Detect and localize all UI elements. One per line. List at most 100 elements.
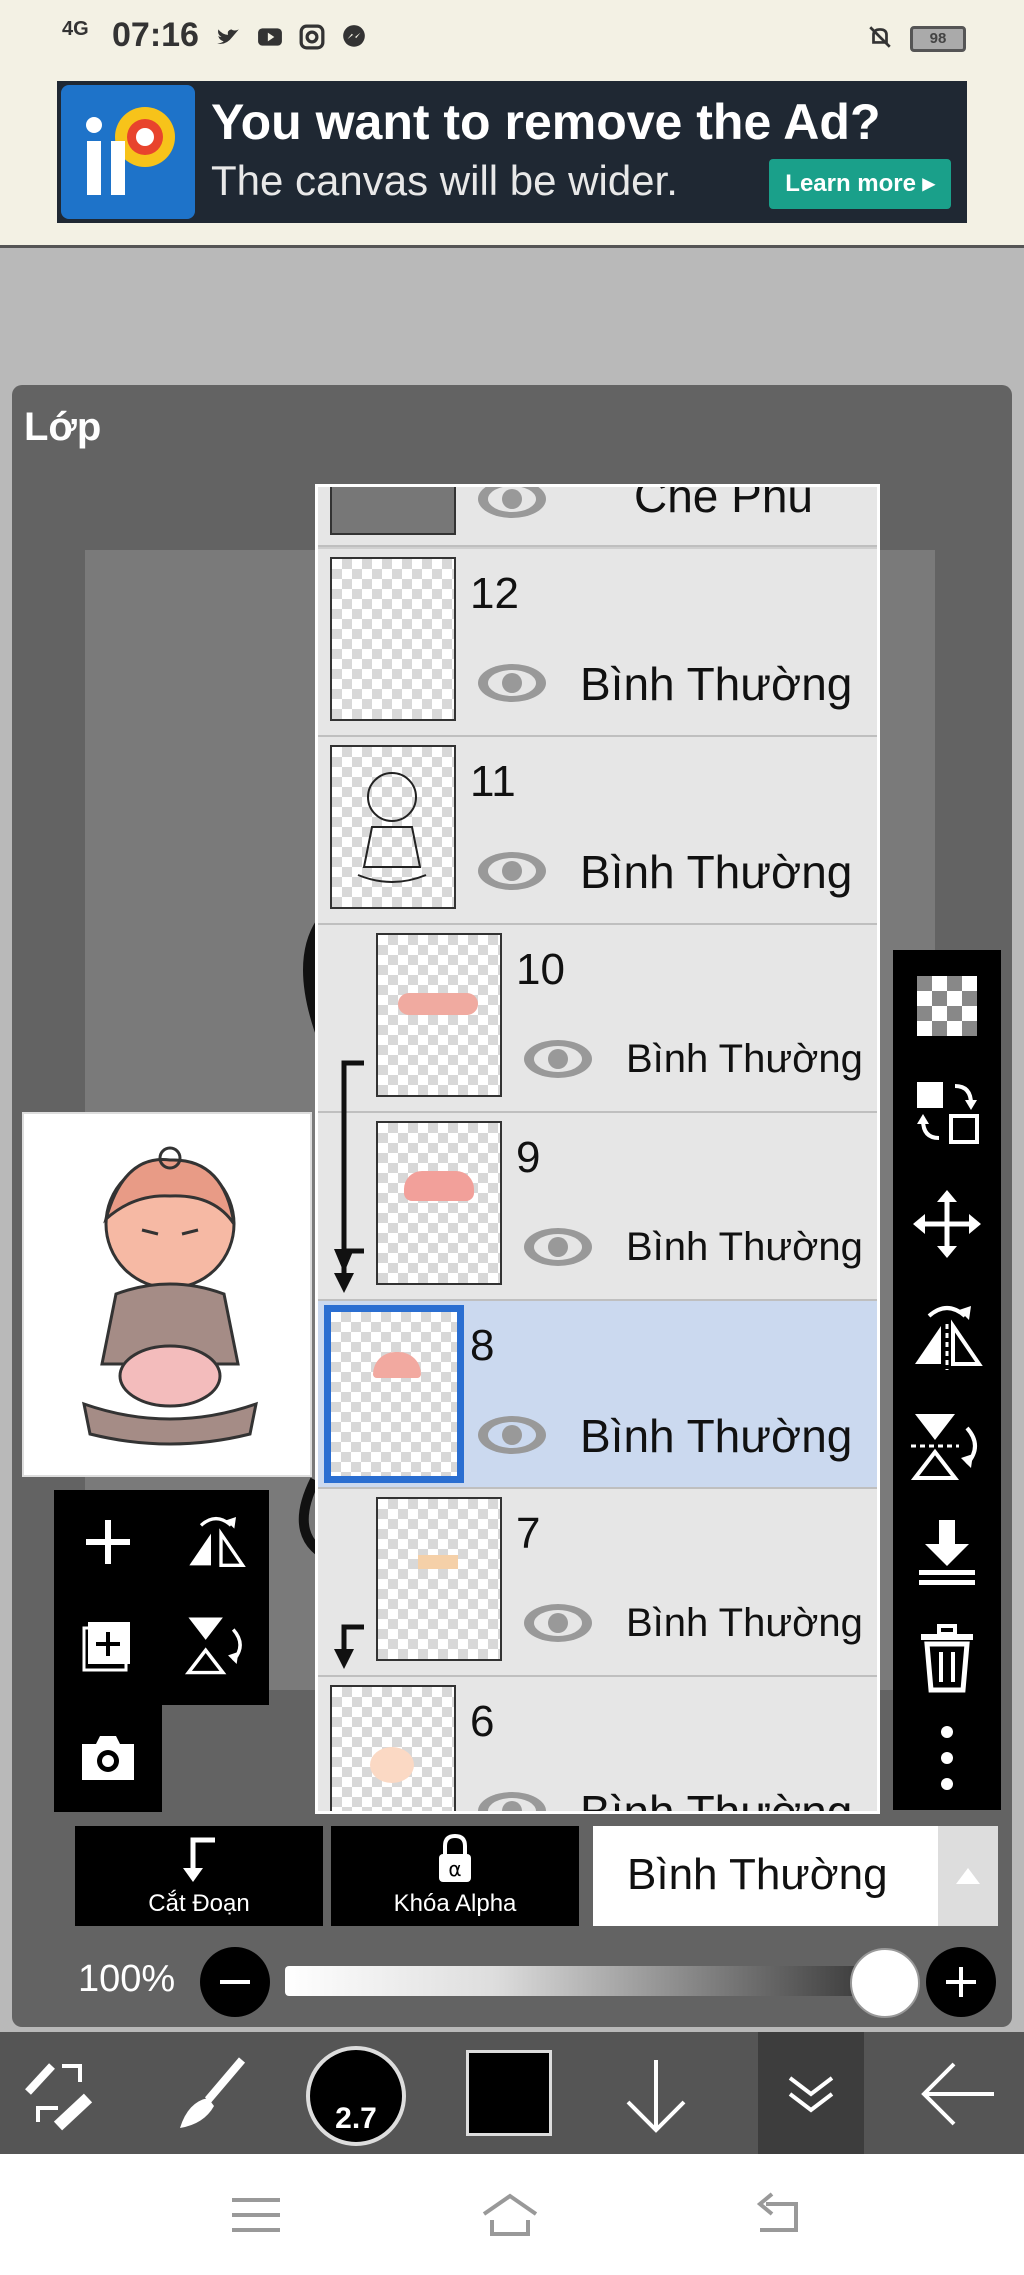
double-chevron-down-icon	[788, 2076, 834, 2113]
layer-blend-mode: Bình Thường	[580, 1410, 853, 1462]
home-icon[interactable]	[480, 2190, 540, 2240]
clipping-arrow-icon	[334, 1060, 364, 1273]
clipping-arrow-icon	[334, 1248, 364, 1293]
mute-bell-icon	[869, 26, 891, 48]
more-options-icon[interactable]	[911, 1722, 983, 1794]
layer-thumbnail	[330, 487, 456, 535]
blend-mode-select[interactable]: Bình Thường	[593, 1826, 938, 1926]
network-indicator: 4G	[62, 18, 89, 40]
plus-icon	[946, 1967, 976, 1997]
arrow-down-icon[interactable]	[614, 2052, 698, 2136]
color-swatch[interactable]	[466, 2050, 552, 2136]
youtube-icon	[258, 28, 282, 46]
layer-thumbnail	[330, 557, 456, 721]
layer-thumbnail	[376, 933, 502, 1097]
transparent-background-icon[interactable]	[911, 970, 983, 1042]
layer-row[interactable]: 9 Bình Thường	[318, 1113, 877, 1301]
messenger-icon	[343, 25, 365, 47]
layer-row[interactable]: 11 Bình Thường	[318, 737, 877, 925]
ad-subtitle: The canvas will be wider.	[211, 157, 678, 204]
chibi-character-image	[82, 1146, 258, 1446]
blend-mode-dropdown-button[interactable]	[938, 1826, 998, 1926]
layer-blend-mode: Bình Thường	[580, 1786, 853, 1814]
clipping-label: Cắt Đoạn	[148, 1890, 250, 1917]
layer-row[interactable]: 7 Bình Thường	[318, 1489, 877, 1677]
layers-list[interactable]: Che Phủ 12 Bình Thường 11 Bình Thường 10…	[315, 484, 880, 1814]
opacity-slider[interactable]	[285, 1966, 885, 1996]
eye-icon[interactable]	[522, 1225, 594, 1269]
ad-banner[interactable]: You want to remove the Ad? The canvas wi…	[57, 81, 967, 223]
eye-icon[interactable]	[476, 1413, 548, 1457]
ad-strip: You want to remove the Ad? The canvas wi…	[0, 78, 1024, 248]
back-arrow-icon[interactable]	[914, 2052, 998, 2136]
status-bar: 4G 07:16 98	[0, 0, 1024, 78]
minus-icon	[220, 1980, 250, 1984]
layer-thumbnail	[330, 745, 456, 909]
flip-horizontal-icon[interactable]	[184, 1512, 248, 1572]
merge-down-icon[interactable]	[911, 1516, 983, 1588]
bottom-toolbar: 2.7	[0, 2032, 1024, 2154]
eye-icon[interactable]	[476, 484, 548, 521]
layer-number: 6	[470, 1697, 495, 1746]
canvas-preview[interactable]	[22, 1112, 312, 1477]
layer-number: 9	[516, 1133, 541, 1182]
move-icon[interactable]	[911, 1188, 983, 1260]
system-back-icon[interactable]	[750, 2190, 810, 2240]
trash-icon[interactable]	[911, 1622, 983, 1694]
layer-blend-mode: Bình Thường	[626, 1037, 863, 1081]
eye-icon[interactable]	[476, 849, 548, 893]
layer-row[interactable]: 6 Bình Thường	[318, 1677, 877, 1814]
layer-side-toolbar	[893, 950, 1001, 1810]
flip-horizontal-icon[interactable]	[911, 1300, 983, 1372]
opacity-slider-handle[interactable]	[850, 1948, 920, 2018]
clipping-arrow-icon	[334, 1624, 364, 1669]
flip-vertical-icon[interactable]	[184, 1614, 248, 1676]
layer-number: 11	[470, 757, 516, 806]
learn-more-button[interactable]: Learn more ▸	[769, 159, 951, 209]
layer-tools	[54, 1490, 269, 1812]
eye-icon[interactable]	[476, 1789, 548, 1814]
ad-title: You want to remove the Ad?	[211, 94, 881, 150]
brush-size-button[interactable]: 2.7	[306, 2046, 406, 2146]
layer-row[interactable]: 10 Bình Thường	[318, 925, 877, 1113]
opacity-increase-button[interactable]	[926, 1947, 996, 2017]
battery-indicator: 98	[910, 26, 966, 52]
alpha-lock-button[interactable]: α Khóa Alpha	[331, 1826, 579, 1926]
system-nav-bar	[0, 2154, 1024, 2275]
panel-title: Lớp	[24, 405, 102, 449]
opacity-decrease-button[interactable]	[200, 1947, 270, 2017]
layer-number: 7	[516, 1509, 541, 1558]
brush-icon[interactable]	[168, 2052, 252, 2136]
camera-icon[interactable]	[78, 1732, 138, 1784]
tool-switch-icon[interactable]	[18, 2052, 102, 2136]
brush-size-value: 2.7	[335, 2102, 377, 2135]
layer-row-selected[interactable]: 8 Bình Thường	[318, 1301, 877, 1489]
duplicate-layer-icon[interactable]	[80, 1618, 136, 1674]
swap-layers-icon[interactable]	[911, 1076, 983, 1148]
layer-blend-mode: Bình Thường	[626, 1601, 863, 1645]
eye-icon[interactable]	[522, 1601, 594, 1645]
add-layer-icon[interactable]	[82, 1516, 134, 1568]
caret-up-icon	[956, 1868, 980, 1884]
blend-mode-value: Bình Thường	[627, 1850, 888, 1899]
layer-row[interactable]: Che Phủ	[318, 484, 877, 547]
layer-thumbnail	[376, 1121, 502, 1285]
collapse-button[interactable]	[758, 2032, 864, 2154]
eye-icon[interactable]	[476, 661, 548, 705]
layer-thumbnail	[330, 1685, 456, 1811]
layer-blend-mode: Bình Thường	[580, 846, 853, 898]
layer-blend-mode: Bình Thường	[626, 1225, 863, 1269]
layer-blend-mode: Bình Thường	[580, 658, 853, 710]
menu-icon[interactable]	[226, 2190, 286, 2240]
ibispaint-logo-icon	[61, 85, 195, 219]
layer-thumbnail	[324, 1305, 464, 1483]
clock: 07:16	[112, 16, 199, 54]
eye-icon[interactable]	[522, 1037, 594, 1081]
clipping-arrow-icon	[183, 1837, 215, 1882]
clipping-button[interactable]: Cắt Đoạn	[75, 1826, 323, 1926]
layer-row[interactable]: 12 Bình Thường	[318, 549, 877, 737]
layer-number: 12	[470, 569, 519, 618]
layer-thumbnail	[376, 1497, 502, 1661]
flip-vertical-icon[interactable]	[911, 1410, 983, 1482]
layer-blend-mode: Che Phủ	[634, 484, 814, 522]
